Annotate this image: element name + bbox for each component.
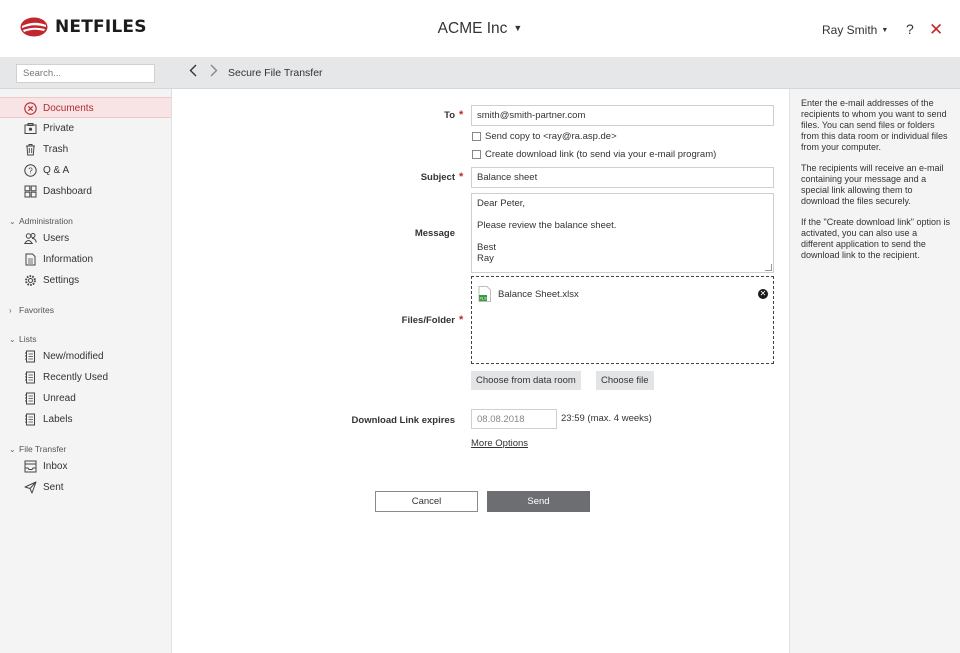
sidebar-item-dashboard[interactable]: Dashboard	[0, 181, 171, 202]
search-input[interactable]	[16, 64, 155, 83]
svg-text:?: ?	[28, 167, 33, 176]
sidebar-item-recently-used[interactable]: Recently Used	[0, 367, 171, 388]
sidebar-item-label: New/modified	[43, 351, 104, 362]
sent-icon	[24, 481, 37, 494]
sidebar-item-labels[interactable]: Labels	[0, 409, 171, 430]
app-header: NETFILES ACME Inc ▼ Ray Smith ▼ ? ✕	[0, 0, 960, 57]
chevron-down-icon: ⌄	[9, 335, 16, 344]
caret-down-icon: ▼	[513, 23, 523, 33]
choose-from-data-room-button[interactable]: Choose from data room	[471, 371, 581, 390]
sidebar-item-label: Trash	[43, 144, 69, 155]
message-textarea[interactable]: Dear Peter, Please review the balance sh…	[471, 193, 774, 273]
sidebar-item-settings[interactable]: Settings	[0, 270, 171, 291]
private-icon	[24, 123, 37, 134]
cancel-button[interactable]: Cancel	[375, 491, 478, 512]
trash-icon	[26, 144, 35, 156]
sidebar-section-file-transfer[interactable]: ⌄ File Transfer	[9, 444, 66, 454]
sidebar-item-inbox[interactable]: Inbox	[0, 456, 171, 477]
files-folder-label: Files/Folder	[401, 315, 455, 326]
expires-label: Download Link expires	[351, 415, 455, 426]
file-drop-zone[interactable]: XLS Balance Sheet.xlsx ✕	[471, 276, 774, 364]
subject-field[interactable]: Balance sheet	[471, 167, 774, 188]
user-name: Ray Smith	[822, 23, 878, 37]
list-icon	[25, 371, 35, 384]
excel-file-icon: XLS	[478, 286, 491, 302]
remove-file-icon[interactable]: ✕	[758, 289, 768, 299]
chevron-down-icon: ⌄	[9, 217, 16, 226]
expires-time: 23:59 (max. 4 weeks)	[561, 413, 652, 424]
sidebar-item-users[interactable]: Users	[0, 228, 171, 249]
required-marker: *	[459, 171, 464, 183]
sidebar-item-label: Documents	[43, 103, 94, 114]
sidebar-item-trash[interactable]: Trash	[0, 139, 171, 160]
sidebar-item-label: Sent	[43, 482, 64, 493]
help-paragraph: Enter the e-mail addresses of the recipi…	[801, 98, 948, 152]
user-menu[interactable]: Ray Smith ▼	[822, 23, 888, 37]
sidebar-item-label: Information	[43, 254, 94, 265]
help-paragraph: If the "Create download link" option is …	[801, 217, 950, 260]
help-icon[interactable]: ?	[906, 21, 914, 37]
sidebar: Documents Private Trash ? Q & A Dashboar…	[0, 89, 172, 653]
list-icon	[25, 413, 35, 426]
checkbox[interactable]	[472, 150, 481, 159]
to-field[interactable]: smith@smith-partner.com	[471, 105, 774, 126]
sidebar-item-label: Private	[43, 123, 75, 134]
sidebar-item-label: Unread	[43, 393, 76, 404]
toolbar: Secure File Transfer	[0, 57, 960, 89]
sidebar-item-label: Q & A	[43, 165, 70, 176]
subject-label: Subject	[420, 172, 455, 183]
company-name: ACME Inc	[437, 20, 508, 37]
choose-file-button[interactable]: Choose file	[596, 371, 654, 390]
sidebar-item-label: Users	[43, 233, 70, 244]
sidebar-item-new-modified[interactable]: New/modified	[0, 346, 171, 367]
information-icon	[25, 253, 36, 266]
create-link-checkbox[interactable]: Create download link (to send via your e…	[472, 149, 716, 160]
expires-date-field[interactable]: 08.08.2018	[471, 409, 557, 429]
resize-handle-icon[interactable]	[765, 264, 772, 271]
company-selector[interactable]: ACME Inc ▼	[0, 20, 960, 38]
help-panel: Enter the e-mail addresses of the recipi…	[789, 89, 960, 653]
caret-down-icon: ▼	[881, 27, 889, 34]
to-label: To	[444, 110, 455, 121]
breadcrumb: Secure File Transfer	[228, 67, 323, 79]
sidebar-item-information[interactable]: Information	[0, 249, 171, 270]
send-copy-checkbox[interactable]: Send copy to <ray@ra.asp.de>	[472, 131, 617, 142]
sidebar-section-favorites[interactable]: › Favorites	[9, 305, 54, 315]
checkbox[interactable]	[472, 132, 481, 141]
question-icon: ?	[24, 164, 37, 177]
inbox-icon	[24, 460, 37, 473]
sidebar-item-private[interactable]: Private	[0, 118, 171, 139]
forward-arrow-icon[interactable]	[210, 64, 218, 81]
sidebar-item-unread[interactable]: Unread	[0, 388, 171, 409]
chevron-right-icon: ›	[9, 306, 12, 315]
send-button[interactable]: Send	[487, 491, 590, 512]
message-label: Message	[414, 228, 455, 239]
required-marker: *	[459, 109, 464, 121]
more-options-link[interactable]: More Options	[471, 438, 528, 449]
sidebar-item-label: Dashboard	[43, 186, 92, 197]
sidebar-item-label: Settings	[43, 275, 80, 286]
back-arrow-icon[interactable]	[189, 64, 197, 81]
file-name: Balance Sheet.xlsx	[498, 289, 579, 300]
sidebar-section-administration[interactable]: ⌄ Administration	[9, 216, 73, 226]
sidebar-item-label: Labels	[43, 414, 73, 425]
chevron-down-icon: ⌄	[9, 445, 16, 454]
sidebar-section-lists[interactable]: ⌄ Lists	[9, 334, 36, 344]
required-marker: *	[459, 314, 464, 326]
gear-icon	[25, 275, 36, 286]
list-icon	[25, 392, 35, 405]
documents-icon	[24, 102, 37, 115]
sidebar-item-label: Recently Used	[43, 372, 109, 383]
sidebar-item-label: Inbox	[43, 461, 68, 472]
close-icon[interactable]: ✕	[929, 20, 943, 40]
sidebar-item-documents[interactable]: Documents	[0, 97, 171, 118]
help-paragraph: The recipients will receive an e-mail co…	[801, 163, 944, 206]
dashboard-icon	[24, 185, 37, 198]
users-icon	[24, 233, 37, 244]
sidebar-item-sent[interactable]: Sent	[0, 477, 171, 498]
list-icon	[25, 350, 35, 363]
sidebar-item-qa[interactable]: ? Q & A	[0, 160, 171, 181]
svg-text:XLS: XLS	[479, 296, 487, 301]
